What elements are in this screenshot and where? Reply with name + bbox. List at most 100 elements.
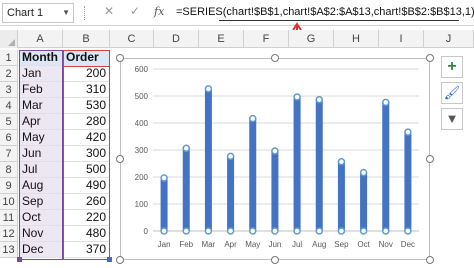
chart-elements-button[interactable]: + <box>441 56 463 78</box>
row-header[interactable]: 12 <box>0 226 18 242</box>
column-header-c[interactable]: C <box>110 30 154 48</box>
row-header[interactable]: 7 <box>0 146 18 162</box>
x-tick-label: Apr <box>224 240 237 249</box>
select-all-button[interactable] <box>0 30 18 48</box>
column-header-j[interactable]: J <box>424 30 474 48</box>
row-header[interactable]: 5 <box>0 114 18 130</box>
bar[interactable] <box>160 177 168 231</box>
range-resize-handle[interactable] <box>17 257 22 262</box>
name-box[interactable]: Chart 1 ▼ <box>2 3 74 23</box>
chart-styles-button[interactable]: 🖌 <box>441 82 463 104</box>
row-header[interactable]: 9 <box>0 178 18 194</box>
bar[interactable] <box>182 147 190 231</box>
chart-resize-handle[interactable] <box>426 54 434 62</box>
name-box-value: Chart 1 <box>7 7 44 19</box>
bar[interactable] <box>204 87 212 232</box>
bar-top-marker <box>182 144 190 153</box>
enter-icon[interactable]: ✓ <box>130 4 140 18</box>
bar-top-marker <box>226 152 235 161</box>
y-tick-label: 100 <box>135 200 149 209</box>
bar-top-marker <box>315 95 323 104</box>
bar[interactable] <box>337 160 345 231</box>
chart-resize-handle[interactable] <box>271 256 279 264</box>
x-tick-label: Aug <box>312 240 326 249</box>
row-header[interactable]: 10 <box>0 194 18 210</box>
y-tick-label: 500 <box>135 92 149 101</box>
bar-base-marker <box>382 227 390 235</box>
chevron-down-icon[interactable]: ▼ <box>62 8 70 17</box>
bar[interactable] <box>271 150 279 231</box>
y-tick-label: 0 <box>144 227 149 236</box>
chart-area[interactable]: 0 100 200 300 400 500 600 Jan Feb Mar Apr May Jun Jul… <box>120 58 430 260</box>
bar-base-marker <box>249 227 257 235</box>
bar-top-marker <box>249 114 257 123</box>
column-headers: A B C D E F G H I J <box>0 30 474 48</box>
bar-base-marker <box>160 227 168 235</box>
y-tick-label: 400 <box>135 119 149 128</box>
bar-base-marker <box>404 227 412 235</box>
chart-resize-handle[interactable] <box>116 256 124 264</box>
x-tick-label: Nov <box>379 240 393 249</box>
x-tick-label: Jan <box>158 240 171 249</box>
bar-top-marker <box>271 147 279 155</box>
bar-top-marker <box>204 85 213 93</box>
bar-base-marker <box>182 227 190 235</box>
x-tick-label: Jul <box>292 240 302 249</box>
chart-resize-handle[interactable] <box>426 155 434 163</box>
chart-resize-handle[interactable] <box>426 256 434 264</box>
bar-base-marker <box>226 227 235 235</box>
bar-top-marker <box>382 98 390 107</box>
row-header[interactable]: 3 <box>0 82 18 98</box>
bar-top-marker <box>293 93 301 101</box>
x-tick-label: Jun <box>268 240 281 249</box>
formula-input[interactable]: =SERIES(chart!$B$1,chart!$A$2:$A$13,char… <box>172 3 474 23</box>
x-tick-label: Oct <box>357 240 370 249</box>
column-header-i[interactable]: I <box>379 30 424 48</box>
chart-resize-handle[interactable] <box>116 155 124 163</box>
column-header-g[interactable]: G <box>289 30 334 48</box>
column-header-f[interactable]: F <box>244 30 289 48</box>
bar[interactable] <box>315 98 323 231</box>
x-tick-label: Dec <box>401 240 415 249</box>
series-name-range-highlight <box>63 50 110 67</box>
bar[interactable] <box>382 101 390 232</box>
chart-filters-button[interactable]: ▼ <box>441 108 463 130</box>
bar[interactable] <box>404 131 412 231</box>
column-header-h[interactable]: H <box>334 30 379 48</box>
bar-top-marker <box>404 128 412 136</box>
bar-base-marker <box>271 227 279 235</box>
bar[interactable] <box>293 96 301 231</box>
chart-resize-handle[interactable] <box>271 54 279 62</box>
bar-top-marker <box>337 158 346 166</box>
row-header[interactable]: 6 <box>0 130 18 146</box>
column-header-e[interactable]: E <box>199 30 244 48</box>
range-resize-handle[interactable] <box>107 257 112 262</box>
bar-top-marker <box>359 168 368 177</box>
bar[interactable] <box>360 171 368 231</box>
bar-base-marker <box>315 227 323 235</box>
bar[interactable] <box>249 117 257 231</box>
column-header-d[interactable]: D <box>154 30 199 48</box>
column-header-a[interactable]: A <box>18 30 63 48</box>
brush-icon: 🖌 <box>443 85 461 100</box>
bar-top-marker <box>160 174 168 182</box>
bar-base-marker <box>359 227 368 235</box>
filter-icon: ▼ <box>445 111 459 126</box>
x-tick-label: Sep <box>334 240 349 249</box>
bar[interactable] <box>227 155 235 231</box>
row-header[interactable]: 11 <box>0 210 18 226</box>
formula-underline <box>219 20 459 21</box>
x-tick-label: Mar <box>202 240 216 249</box>
formula-bar: Chart 1 ▼ ✕ ✓ fx =SERIES(chart!$B$1,char… <box>0 0 474 26</box>
column-header-b[interactable]: B <box>63 30 110 48</box>
insert-function-icon[interactable]: fx <box>154 5 164 18</box>
row-header[interactable]: 2 <box>0 66 18 82</box>
x-tick-label: May <box>245 240 260 249</box>
row-header[interactable]: 13 <box>0 242 18 258</box>
row-header[interactable]: 8 <box>0 162 18 178</box>
category-range-highlight <box>19 50 63 260</box>
row-header[interactable]: 4 <box>0 98 18 114</box>
chart-resize-handle[interactable] <box>116 54 124 62</box>
cancel-icon[interactable]: ✕ <box>104 4 114 18</box>
row-header[interactable]: 1 <box>0 50 18 66</box>
